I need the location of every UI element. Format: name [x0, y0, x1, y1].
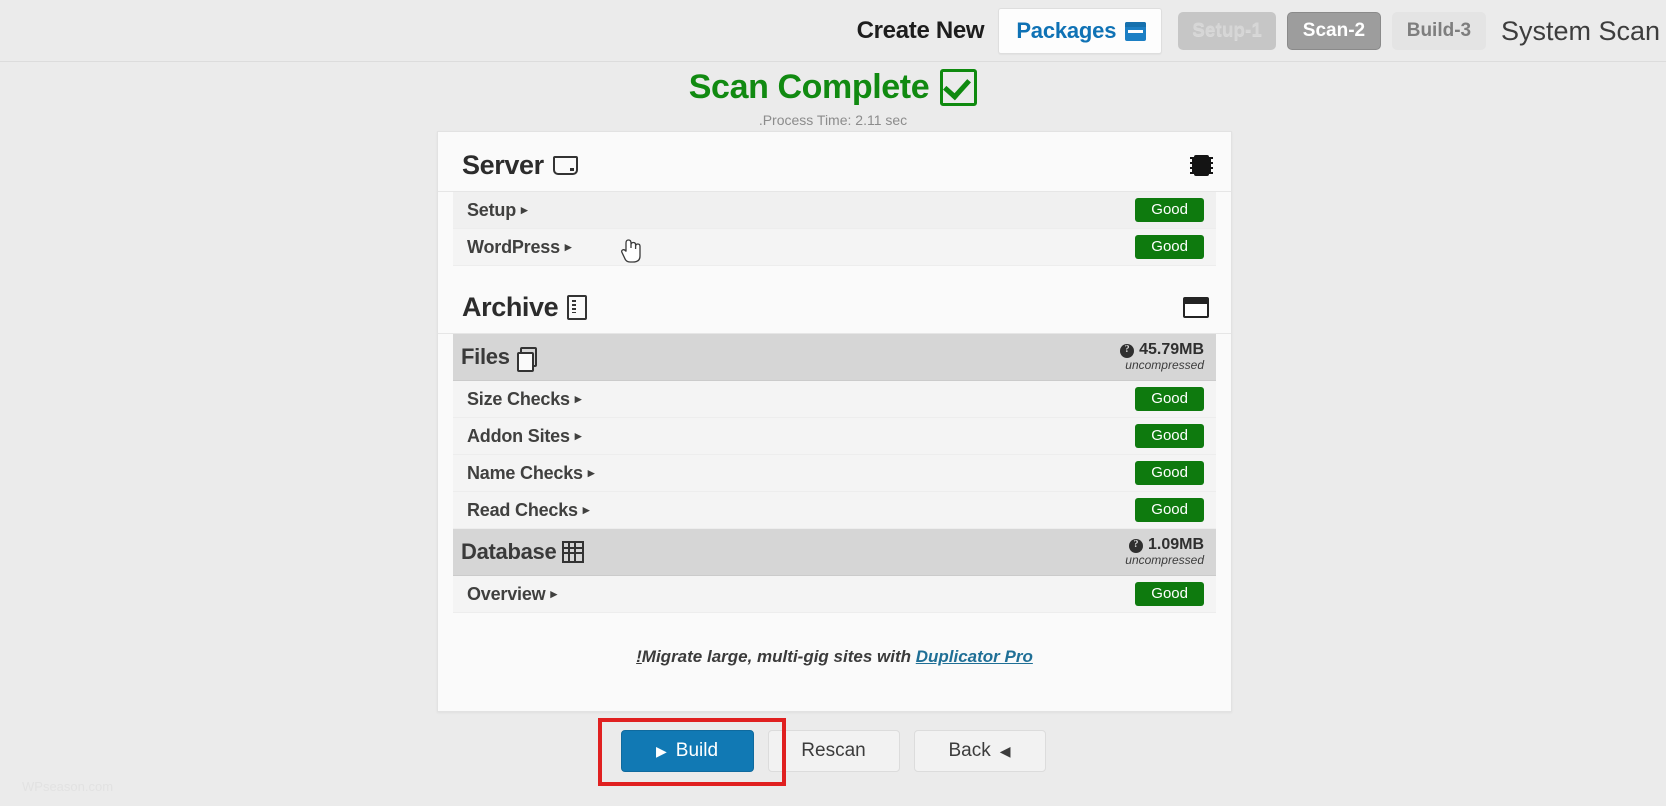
files-size-block: ? 45.79MB uncompressed: [1120, 341, 1204, 373]
step-build-3[interactable]: Build-3: [1391, 12, 1486, 50]
table-grid-icon: [562, 541, 585, 563]
copy-files-icon: [516, 347, 537, 372]
build-button-label: Build: [675, 740, 719, 761]
rescan-button-label: Rescan: [801, 740, 866, 761]
database-group-label-text: Database: [461, 539, 557, 564]
row-label: WordPress ▸: [467, 237, 571, 258]
build-button[interactable]: ▶ Build: [620, 730, 754, 772]
table-row[interactable]: Setup ▸ Good: [453, 192, 1216, 229]
database-group-header[interactable]: Database ? 1.09MB uncompressed: [453, 529, 1216, 576]
chevron-right-icon: ▸: [574, 391, 582, 406]
files-size-line: ? 45.79MB: [1120, 341, 1204, 359]
server-section-title: Server: [462, 150, 544, 180]
packages-button-label: Packages: [1016, 18, 1117, 43]
row-label-text: WordPress: [467, 236, 560, 257]
duplicator-pro-link[interactable]: Duplicator Pro: [916, 647, 1033, 666]
back-button-label: Back: [948, 740, 991, 761]
database-size-line: ? 1.09MB: [1125, 536, 1204, 554]
row-label: Setup ▸: [467, 199, 528, 221]
server-rows: Setup ▸ Good WordPress ▸ Good: [438, 192, 1231, 266]
table-row[interactable]: WordPress ▸ Good: [453, 229, 1216, 266]
status-header: Scan Complete .Process Time: 2.11 sec: [0, 68, 1666, 128]
scan-results-panel: Server Setup ▸ Good WordPress ▸ Good Archi…: [437, 131, 1232, 712]
step-setup-1[interactable]: Setup-1: [1178, 12, 1276, 50]
top-bar: Create New Packages Setup-1 Scan-2 Build…: [0, 0, 1666, 62]
row-label: Overview ▸: [467, 584, 557, 605]
row-label-text: Name Checks: [467, 462, 583, 483]
table-row[interactable]: Addon Sites ▸ Good: [453, 418, 1216, 455]
status-badge: Good: [1135, 461, 1204, 485]
server-section-header: Server: [438, 132, 1231, 192]
help-icon[interactable]: ?: [1120, 343, 1135, 358]
watermark: WPseason.com: [22, 779, 114, 794]
promo-text: !Migrate large, multi-gig sites with Dup…: [438, 613, 1231, 667]
footer-buttons: ▶ Build Rescan Back ◀: [0, 730, 1666, 772]
database-group-label: Database: [461, 539, 585, 565]
process-time-label: .Process Time: 2.11 sec: [758, 112, 908, 128]
row-label-text: Size Checks: [467, 388, 570, 409]
packages-button[interactable]: Packages: [998, 8, 1163, 54]
row-label: Addon Sites ▸: [467, 426, 581, 447]
play-triangle-icon: ▶: [655, 742, 667, 759]
back-button[interactable]: Back ◀: [913, 730, 1046, 772]
row-label: Read Checks ▸: [467, 500, 589, 521]
promo-message: Migrate large, multi-gig sites with: [641, 647, 916, 666]
chevron-right-icon: ▸: [574, 428, 582, 443]
server-section-title-group: Server: [462, 150, 578, 181]
chevron-right-icon: ▸: [582, 502, 590, 517]
row-label: Size Checks ▸: [467, 389, 581, 410]
package-box-icon: [1125, 21, 1147, 41]
database-size-note: uncompressed: [1125, 553, 1204, 568]
row-label-text: Addon Sites: [467, 425, 570, 446]
top-bar-controls: Create New Packages Setup-1 Scan-2 Build…: [857, 0, 1666, 62]
help-icon[interactable]: ?: [1128, 538, 1143, 553]
status-badge: Good: [1135, 582, 1204, 606]
table-row[interactable]: Name Checks ▸ Good: [453, 455, 1216, 492]
chevron-right-icon: ▸: [587, 465, 595, 480]
archive-rows: Files ? 45.79MB uncompressed Size Checks…: [438, 334, 1231, 613]
scan-status: Scan Complete: [688, 68, 978, 107]
create-new-label: Create New: [856, 17, 985, 44]
table-row[interactable]: Size Checks ▸ Good: [453, 381, 1216, 418]
row-label: Name Checks ▸: [467, 463, 594, 484]
page-title: System Scan: [1500, 15, 1660, 46]
status-badge: Good: [1135, 424, 1204, 448]
step-scan-2[interactable]: Scan-2: [1286, 12, 1381, 50]
scan-status-text: Scan Complete: [688, 68, 930, 106]
files-group-label-text: Files: [461, 344, 510, 369]
rescan-button[interactable]: Rescan: [767, 730, 900, 772]
files-size-value: 45.79MB: [1139, 341, 1204, 359]
database-size-block: ? 1.09MB uncompressed: [1125, 536, 1204, 568]
chip-icon: [1190, 155, 1213, 176]
row-label-text: Setup: [467, 199, 517, 220]
status-badge: Good: [1135, 387, 1204, 411]
status-badge: Good: [1135, 498, 1204, 522]
archive-section-title-group: Archive: [462, 292, 588, 323]
archive-section-header: Archive: [438, 266, 1231, 334]
window-icon: [1183, 297, 1209, 318]
files-size-note: uncompressed: [1125, 358, 1204, 373]
database-size-value: 1.09MB: [1147, 536, 1204, 554]
row-label-text: Overview: [467, 583, 546, 604]
table-row[interactable]: Overview ▸ Good: [453, 576, 1216, 613]
chevron-right-icon: ▸: [521, 202, 528, 217]
checkmark-icon: [940, 69, 978, 106]
back-triangle-icon: ◀: [999, 742, 1011, 759]
archive-section-title: Archive: [462, 292, 559, 322]
table-row[interactable]: Read Checks ▸ Good: [453, 492, 1216, 529]
files-group-header[interactable]: Files ? 45.79MB uncompressed: [453, 334, 1216, 381]
chevron-right-icon: ▸: [564, 239, 572, 254]
status-badge: Good: [1135, 235, 1204, 259]
hard-drive-icon: [552, 156, 578, 175]
row-label-text: Read Checks: [467, 499, 578, 520]
archive-file-icon: [567, 295, 588, 320]
chevron-right-icon: ▸: [550, 586, 557, 601]
files-group-label: Files: [461, 344, 537, 372]
status-badge: Good: [1135, 198, 1204, 222]
